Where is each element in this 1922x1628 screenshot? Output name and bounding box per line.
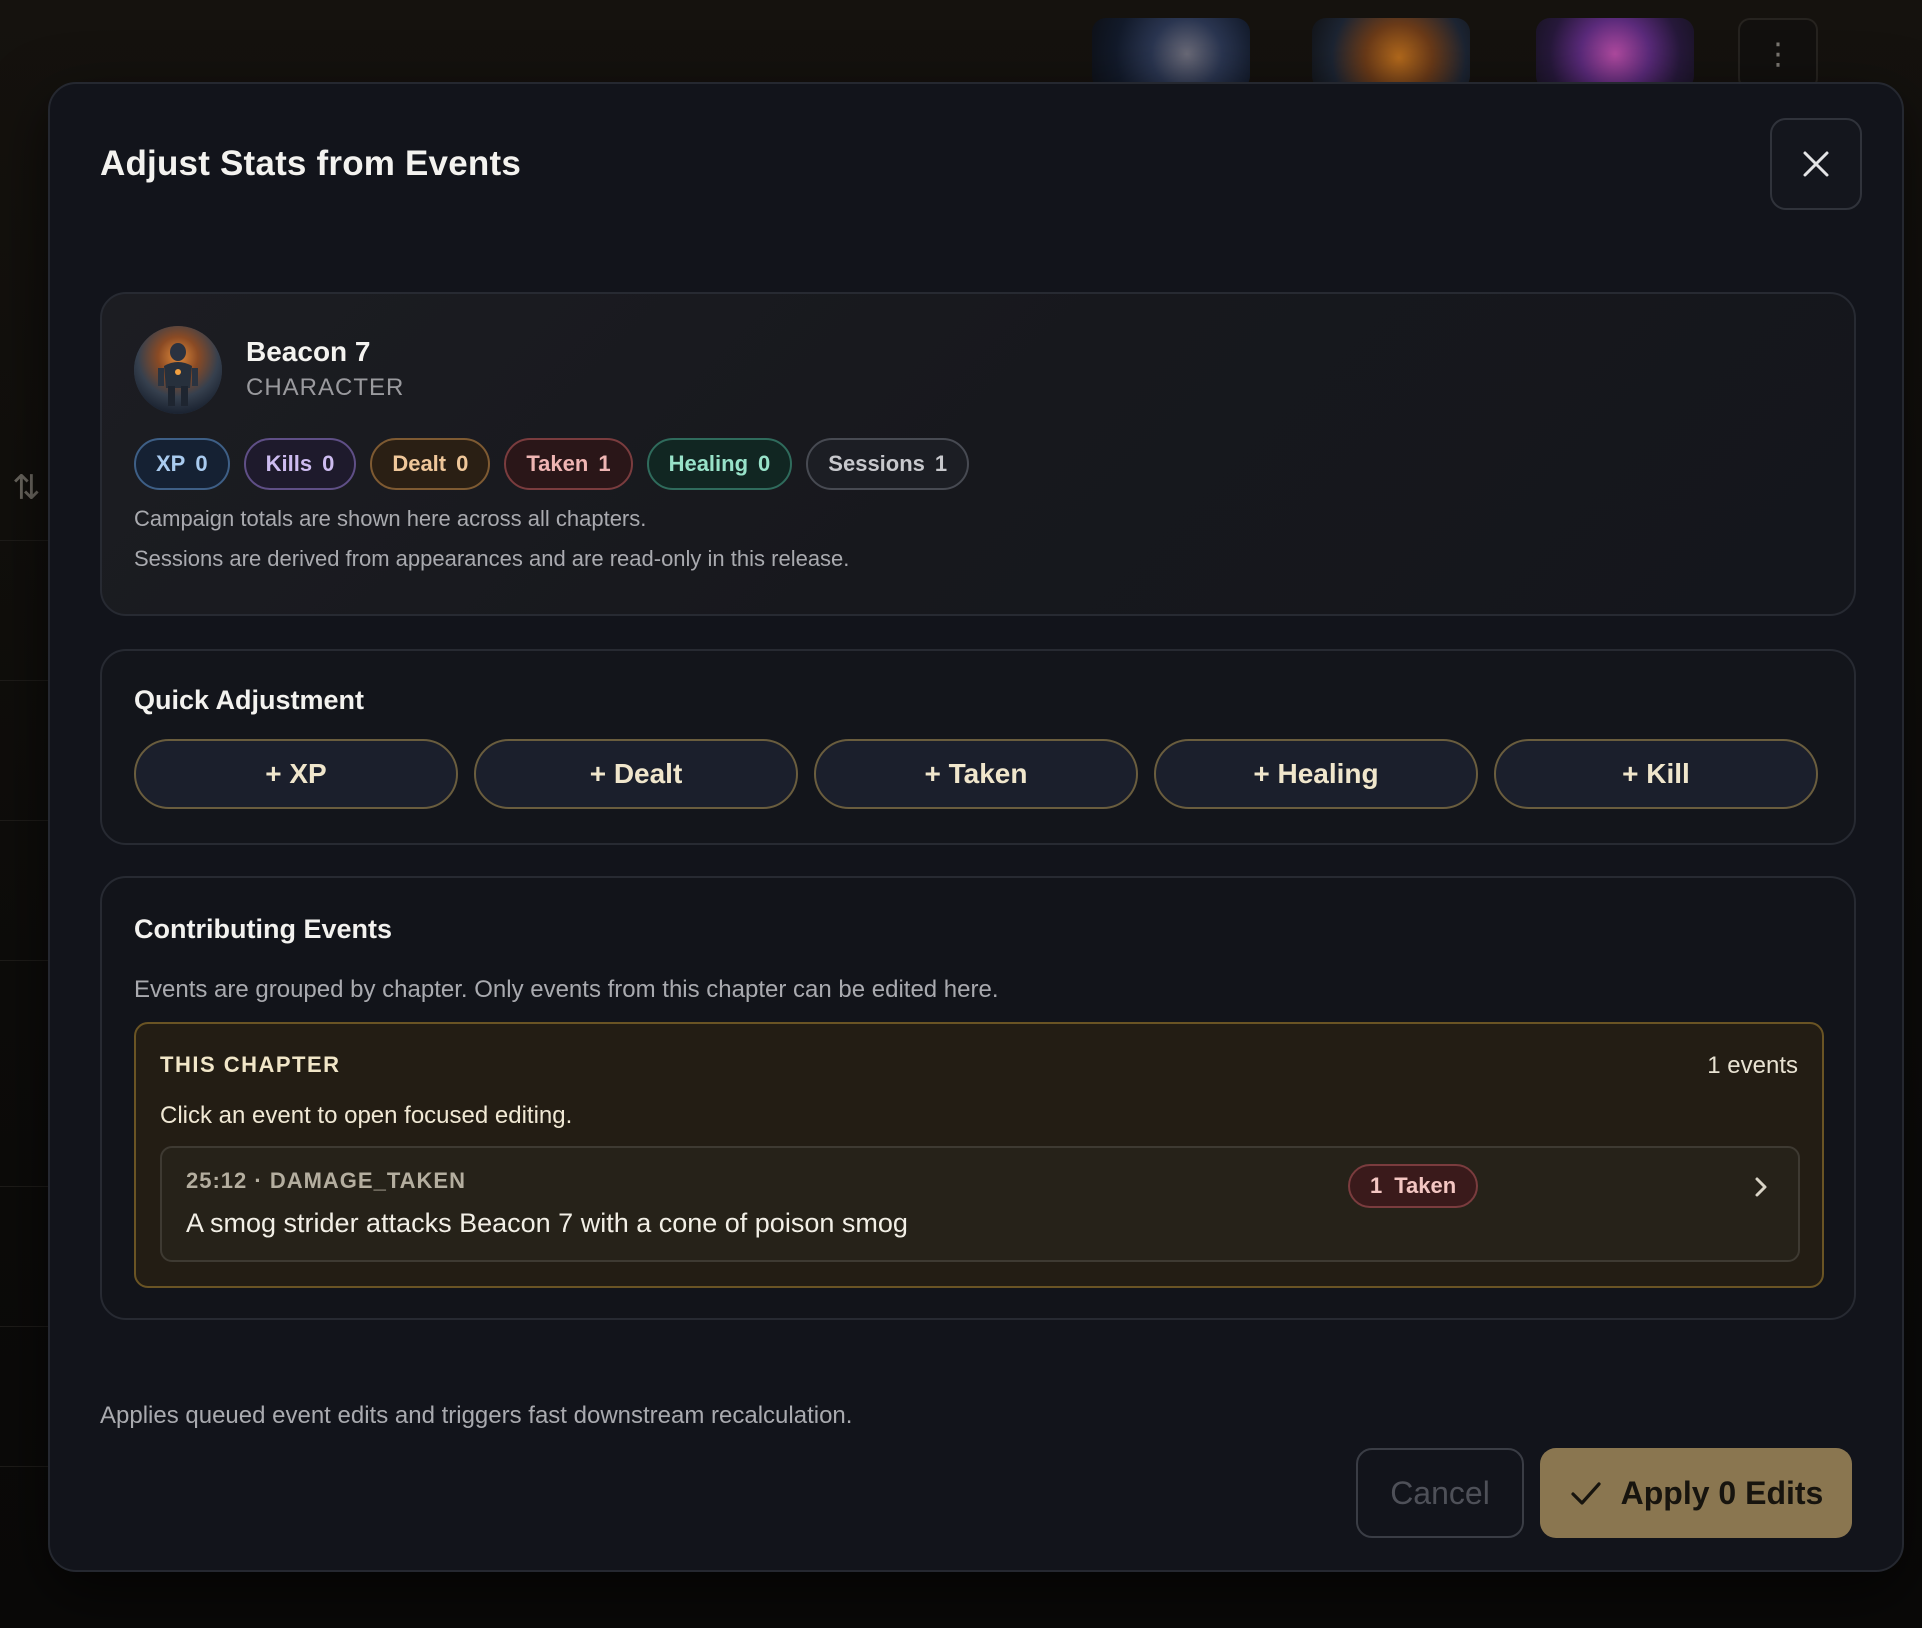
chapter-event-count: 1 events [1707, 1052, 1798, 1079]
character-type: CHARACTER [246, 374, 405, 401]
add-kill-button[interactable]: + Kill [1494, 739, 1818, 809]
close-button[interactable] [1770, 118, 1862, 210]
contributing-events-card: Contributing Events Events are grouped b… [100, 876, 1856, 1320]
event-stat-badge: 1 Taken [1348, 1164, 1479, 1208]
divider [0, 1186, 48, 1187]
background-thumbnail[interactable] [1092, 18, 1250, 90]
character-avatar [134, 326, 222, 414]
quick-adjustment-title: Quick Adjustment [134, 685, 365, 715]
chapter-label: THIS CHAPTER [160, 1052, 341, 1077]
chapter-hint: Click an event to open focused editing. [160, 1102, 573, 1129]
chevron-right-icon[interactable] [1746, 1172, 1776, 1202]
contributing-events-description: Events are grouped by chapter. Only even… [134, 976, 999, 1003]
stat-pill-taken: Taken 1 [504, 438, 633, 490]
more-menu-icon[interactable]: ⋮ [1738, 18, 1818, 90]
event-row[interactable]: 25:12 · DAMAGE_TAKEN A smog strider atta… [160, 1146, 1800, 1262]
add-xp-button[interactable]: + XP [134, 739, 458, 809]
stat-pill-xp: XP 0 [134, 438, 230, 490]
quick-adjustment-buttons: + XP + Dealt + Taken + Healing + Kill [134, 739, 1818, 809]
character-card: Beacon 7 CHARACTER XP 0 Kills 0 Dealt 0 … [100, 292, 1856, 616]
close-icon [1803, 151, 1829, 177]
check-icon [1571, 1482, 1601, 1505]
apply-edits-button[interactable]: Apply 0 Edits [1540, 1448, 1852, 1538]
divider [0, 820, 48, 821]
divider [0, 680, 48, 681]
divider [0, 1466, 48, 1467]
divider [0, 540, 48, 541]
background-thumbnail[interactable] [1536, 18, 1694, 90]
cancel-button[interactable]: Cancel [1356, 1448, 1524, 1538]
add-healing-button[interactable]: + Healing [1154, 739, 1478, 809]
event-description: A smog strider attacks Beacon 7 with a c… [186, 1208, 908, 1238]
chapter-group: THIS CHAPTER 1 events Click an event to … [134, 1022, 1824, 1288]
stat-pill-sessions: Sessions 1 [806, 438, 970, 490]
contributing-events-title: Contributing Events [134, 914, 392, 944]
quick-adjustment-card: Quick Adjustment + XP + Dealt + Taken + … [100, 649, 1856, 845]
event-meta: 25:12 · DAMAGE_TAKEN [186, 1168, 466, 1193]
stat-pill-dealt: Dealt 0 [370, 438, 491, 490]
background-thumbnail[interactable] [1312, 18, 1470, 90]
sort-icon[interactable]: ⇅ [12, 468, 41, 508]
adjust-stats-modal: Adjust Stats from Events Beacon 7 CHARAC… [48, 82, 1904, 1572]
stat-pill-kills: Kills 0 [243, 438, 357, 490]
character-name: Beacon 7 [246, 336, 371, 367]
stat-pills: XP 0 Kills 0 Dealt 0 Taken 1 Healing 0 S… [134, 438, 970, 490]
divider [0, 1326, 48, 1327]
stat-pill-healing: Healing 0 [646, 438, 793, 490]
sessions-note: Sessions are derived from appearances an… [134, 546, 850, 571]
apply-edits-label: Apply 0 Edits [1620, 1474, 1824, 1511]
modal-title: Adjust Stats from Events [100, 144, 521, 183]
footer-note: Applies queued event edits and triggers … [100, 1402, 853, 1429]
add-taken-button[interactable]: + Taken [814, 739, 1138, 809]
add-dealt-button[interactable]: + Dealt [474, 739, 798, 809]
campaign-totals-note: Campaign totals are shown here across al… [134, 506, 647, 531]
divider [0, 960, 48, 961]
